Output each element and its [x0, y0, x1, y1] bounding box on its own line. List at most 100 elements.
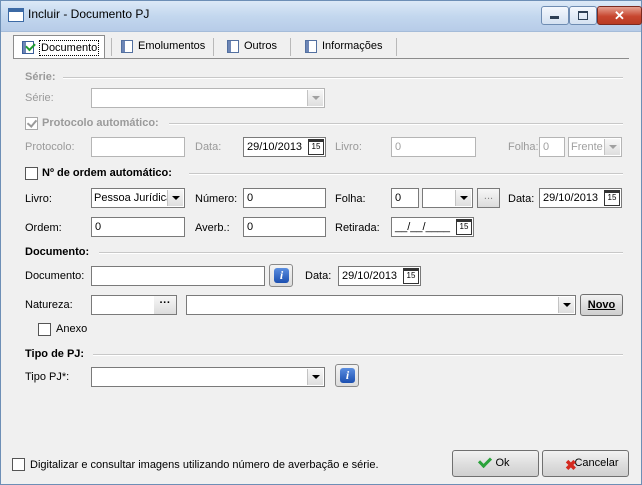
protocolo-input[interactable]	[91, 137, 185, 157]
anexo-label: Anexo	[56, 323, 88, 335]
document-check-icon	[22, 41, 34, 54]
ok-button[interactable]: Ok	[452, 450, 539, 477]
group-divider	[189, 173, 623, 175]
ordem-livro-select[interactable]: Pessoa Jurídica	[91, 188, 185, 208]
calendar-icon[interactable]: 15	[403, 268, 419, 284]
protocolo-livro-input[interactable]: 0	[391, 137, 476, 157]
documento-group-header: Documento:	[25, 246, 90, 258]
tab-emolumentos-label: Emolumentos	[138, 40, 206, 52]
documento-info-button[interactable]: i	[269, 264, 293, 287]
ordem-data-input[interactable]: 29/10/2013 15	[539, 188, 622, 208]
tab-outros-label: Outros	[244, 40, 278, 52]
documento-data-value: 29/10/2013	[342, 270, 398, 282]
digitalizar-checkbox[interactable]	[12, 458, 25, 471]
retirada-label: Retirada:	[335, 222, 380, 234]
protocolo-label: Protocolo:	[25, 141, 75, 153]
info-icon: i	[340, 368, 355, 383]
ordem-folha-lookup-button[interactable]: ...	[477, 188, 500, 208]
calendar-icon[interactable]: 15	[604, 190, 620, 206]
window-title: Incluir - Documento PJ	[28, 7, 150, 21]
tipo-pj-select[interactable]	[91, 367, 325, 387]
ordem-folha-input[interactable]: 0	[391, 188, 419, 208]
calendar-icon[interactable]: 15	[456, 219, 472, 235]
averb-input[interactable]: 0	[243, 217, 326, 237]
serie-label: Série:	[25, 92, 54, 104]
novo-button[interactable]: Novo	[580, 294, 623, 316]
protocolo-folha-side-select[interactable]: Frente	[568, 137, 622, 157]
document-icon	[227, 40, 239, 53]
group-divider	[99, 252, 623, 254]
ordem-data-value: 29/10/2013	[543, 192, 599, 204]
protocolo-automatico-label: Protocolo automático:	[42, 117, 159, 129]
chevron-down-icon[interactable]	[307, 369, 323, 385]
natureza-lookup-button[interactable]: ···	[154, 295, 177, 315]
title-bar[interactable]: Incluir - Documento PJ ✕	[1, 1, 642, 32]
protocolo-folha-input[interactable]: 0	[539, 137, 565, 157]
digitalizar-label: Digitalizar e consultar imagens utilizan…	[30, 459, 379, 471]
retirada-input[interactable]: __/__/____ 15	[391, 217, 474, 237]
chevron-down-icon[interactable]	[455, 190, 471, 206]
cancel-x-icon: ✖	[565, 457, 577, 473]
dialog-window: Incluir - Documento PJ ✕ Documento Emolu…	[0, 0, 642, 485]
tab-informacoes[interactable]: Informações	[297, 35, 397, 57]
protocolo-folha-side-value: Frente	[571, 141, 603, 153]
tab-informacoes-label: Informações	[322, 40, 383, 52]
calendar-icon[interactable]: 15	[308, 139, 324, 155]
tipo-pj-label: Tipo PJ*:	[25, 371, 70, 383]
tipo-pj-group-header: Tipo de PJ:	[25, 348, 85, 360]
tab-separator	[290, 38, 291, 56]
anexo-checkbox[interactable]	[38, 323, 51, 336]
serie-group-header: Série:	[25, 71, 56, 83]
chevron-down-icon[interactable]	[604, 139, 620, 155]
document-icon	[305, 40, 317, 53]
natureza-code-input[interactable]	[91, 295, 155, 315]
tab-separator	[396, 38, 397, 56]
minimize-button[interactable]	[541, 6, 569, 25]
numero-input[interactable]: 0	[243, 188, 326, 208]
tab-emolumentos[interactable]: Emolumentos	[113, 35, 213, 57]
ordem-data-label: Data:	[508, 193, 535, 205]
documento-input[interactable]	[91, 266, 265, 286]
close-icon: ✕	[614, 8, 625, 23]
group-divider	[63, 77, 623, 79]
tab-separator	[213, 38, 214, 56]
ordem-livro-value: Pessoa Jurídica	[94, 192, 173, 204]
ordem-automatico-checkbox[interactable]	[25, 167, 38, 180]
numero-label: Número:	[195, 193, 238, 205]
tab-documento[interactable]: Documento	[13, 35, 105, 59]
app-window-icon	[8, 8, 24, 22]
group-divider	[169, 123, 623, 125]
serie-select[interactable]	[91, 88, 325, 108]
cancel-button-label: Cancelar	[574, 457, 619, 469]
group-divider	[93, 354, 623, 356]
retirada-value: __/__/____	[395, 221, 451, 233]
maximize-icon	[578, 11, 588, 20]
ordem-automatico-label: Nº de ordem automático:	[42, 167, 172, 179]
protocolo-automatico-checkbox[interactable]	[25, 117, 38, 130]
natureza-label: Natureza:	[25, 299, 73, 311]
info-icon: i	[274, 268, 289, 283]
documento-label: Documento:	[25, 270, 85, 282]
protocolo-data-input[interactable]: 29/10/2013 15	[243, 137, 326, 157]
chevron-down-icon[interactable]	[558, 297, 574, 313]
protocolo-livro-label: Livro:	[335, 141, 362, 153]
protocolo-folha-label: Folha:	[508, 141, 539, 153]
chevron-down-icon[interactable]	[307, 90, 323, 106]
document-icon	[121, 40, 133, 53]
ordem-folha-label: Folha:	[335, 193, 366, 205]
close-button[interactable]: ✕	[597, 6, 642, 25]
documento-data-input[interactable]: 29/10/2013 15	[338, 266, 421, 286]
ordem-input[interactable]: 0	[91, 217, 185, 237]
ordem-livro-label: Livro:	[25, 193, 52, 205]
minimize-icon	[550, 16, 559, 19]
natureza-description-select[interactable]	[186, 295, 576, 315]
tab-panel-documento: Série: Série: Protocolo automático: Prot…	[13, 58, 629, 445]
maximize-button[interactable]	[569, 6, 597, 25]
ordem-label: Ordem:	[25, 222, 62, 234]
tab-outros[interactable]: Outros	[219, 35, 291, 57]
tipo-pj-info-button[interactable]: i	[335, 364, 359, 387]
chevron-down-icon[interactable]	[167, 190, 183, 206]
cancel-button[interactable]: ✖ Cancelar	[542, 450, 629, 477]
protocolo-data-label: Data:	[195, 141, 222, 153]
ordem-folha-side-select[interactable]	[422, 188, 473, 208]
